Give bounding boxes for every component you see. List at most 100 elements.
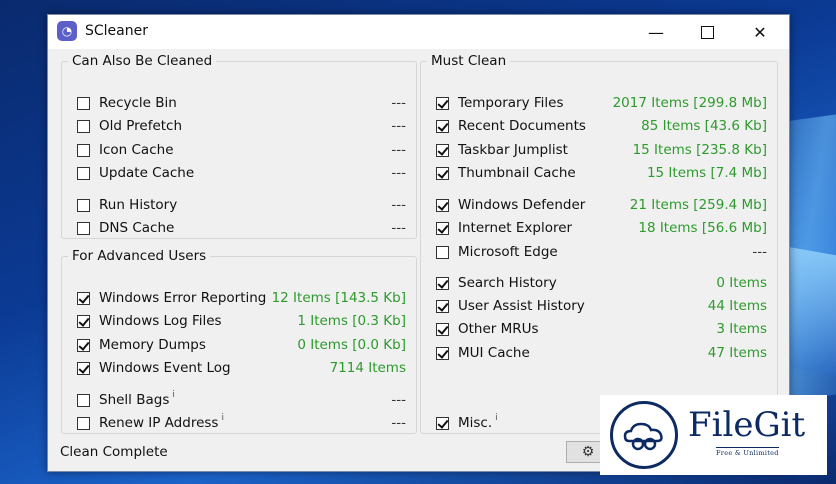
filegit-logo-icon (610, 401, 678, 469)
checkbox[interactable] (77, 416, 90, 430)
option-label: Windows Event Log (99, 360, 231, 376)
checkbox[interactable] (436, 96, 449, 110)
option-label: Windows Log Files (99, 313, 222, 329)
option-row[interactable]: User Assist History (436, 296, 585, 316)
info-icon[interactable]: i (221, 413, 224, 423)
item-value: --- (391, 197, 406, 213)
checkbox[interactable] (77, 338, 90, 352)
option-row[interactable]: Shell Bags i (77, 390, 175, 410)
checkbox[interactable] (436, 198, 449, 212)
checkbox[interactable] (436, 322, 449, 336)
option-row[interactable]: Search History (436, 273, 557, 293)
option-row[interactable]: Windows Defender (436, 195, 585, 215)
option-row[interactable]: DNS Cache (77, 218, 174, 238)
option-label: DNS Cache (99, 220, 175, 236)
checkbox[interactable] (77, 314, 90, 328)
option-row[interactable]: Old Prefetch (77, 116, 182, 136)
maximize-button[interactable] (684, 15, 730, 49)
item-value: 85 Items [43.6 Kb] (641, 118, 767, 134)
group-title: For Advanced Users (68, 248, 211, 264)
checkbox[interactable] (77, 198, 90, 212)
option-row[interactable]: Windows Error Reporting (77, 288, 266, 308)
item-value: 47 Items (707, 345, 767, 361)
close-button[interactable]: ✕ (737, 15, 783, 49)
checkbox[interactable] (436, 299, 449, 313)
option-row[interactable]: Temporary Files (436, 93, 564, 113)
option-label: Microsoft Edge (458, 244, 558, 260)
option-label: Update Cache (99, 165, 195, 181)
checkbox[interactable] (77, 361, 90, 375)
item-value: 15 Items [7.4 Mb] (646, 165, 767, 181)
checkbox[interactable] (436, 416, 449, 430)
option-row[interactable]: Other MRUs (436, 319, 539, 339)
minimize-icon: — (648, 22, 664, 42)
option-label: Internet Explorer (458, 220, 573, 236)
checkbox[interactable] (77, 119, 90, 133)
option-row[interactable]: Internet Explorer (436, 218, 572, 238)
checkbox[interactable] (77, 143, 90, 157)
maximize-icon (700, 25, 714, 39)
item-value: 12 Items [143.5 Kb] (271, 290, 406, 306)
item-value: --- (752, 244, 767, 260)
checkbox[interactable] (77, 221, 90, 235)
option-label: Recycle Bin (99, 95, 177, 111)
option-label: Windows Error Reporting (99, 290, 267, 306)
watermark-brand: FileGit (688, 405, 806, 445)
item-value: --- (391, 165, 406, 181)
info-icon[interactable]: i (172, 390, 175, 400)
checkbox[interactable] (436, 119, 449, 133)
option-row[interactable]: Microsoft Edge (436, 242, 558, 262)
option-row[interactable]: Windows Event Log (77, 358, 231, 378)
option-row[interactable]: Renew IP Address i (77, 413, 224, 433)
item-value: 2017 Items [299.8 Mb] (612, 95, 767, 111)
checkbox[interactable] (77, 166, 90, 180)
item-value: 0 Items [0.0 Kb] (297, 337, 406, 353)
minimize-button[interactable]: — (633, 15, 679, 49)
option-label: Memory Dumps (99, 337, 206, 353)
option-label: Renew IP Address (99, 415, 219, 431)
checkbox[interactable] (436, 346, 449, 360)
checkbox[interactable] (436, 143, 449, 157)
app-logo-icon: ◔ (57, 21, 77, 41)
option-row[interactable]: Memory Dumps (77, 335, 206, 355)
info-icon[interactable]: i (495, 413, 498, 423)
checkbox[interactable] (436, 245, 449, 259)
option-row[interactable]: Taskbar Jumplist (436, 140, 568, 160)
option-row[interactable]: Run History (77, 195, 177, 215)
option-row[interactable]: Thumbnail Cache (436, 163, 576, 183)
item-value: --- (391, 415, 406, 431)
filegit-watermark: FileGit Free & Unlimited (600, 395, 827, 475)
option-row[interactable]: Update Cache (77, 163, 194, 183)
item-value: --- (391, 142, 406, 158)
title-bar[interactable]: ◔ SCleaner — ✕ (48, 15, 789, 49)
group-title: Must Clean (427, 53, 511, 69)
item-value: 21 Items [259.4 Mb] (629, 197, 767, 213)
checkbox[interactable] (77, 291, 90, 305)
item-value: 18 Items [56.6 Mb] (638, 220, 767, 236)
option-label: Icon Cache (99, 142, 174, 158)
option-row[interactable]: Icon Cache (77, 140, 174, 160)
option-row[interactable]: Recent Documents (436, 116, 586, 136)
checkbox[interactable] (436, 166, 449, 180)
checkbox[interactable] (77, 96, 90, 110)
group-for-advanced-users: For Advanced Users Windows Error Reporti… (61, 248, 417, 434)
window-title: SCleaner (85, 23, 148, 39)
option-label: MUI Cache (458, 345, 530, 361)
option-row[interactable]: Windows Log Files (77, 311, 222, 331)
item-value: --- (391, 220, 406, 236)
checkbox[interactable] (436, 276, 449, 290)
option-label: Recent Documents (458, 118, 586, 134)
option-label: Shell Bags (99, 392, 170, 408)
option-label: User Assist History (458, 298, 585, 314)
option-label: Other MRUs (458, 321, 539, 337)
option-label: Search History (458, 275, 557, 291)
item-value: 15 Items [235.8 Kb] (632, 142, 767, 158)
checkbox[interactable] (436, 221, 449, 235)
item-value: 1 Items [0.3 Kb] (297, 313, 406, 329)
item-value: 44 Items (707, 298, 767, 314)
option-row[interactable]: Recycle Bin (77, 93, 177, 113)
status-text: Clean Complete (60, 444, 168, 460)
option-row[interactable]: MUI Cache (436, 343, 530, 363)
option-row[interactable]: Misc. i (436, 413, 498, 433)
checkbox[interactable] (77, 393, 90, 407)
